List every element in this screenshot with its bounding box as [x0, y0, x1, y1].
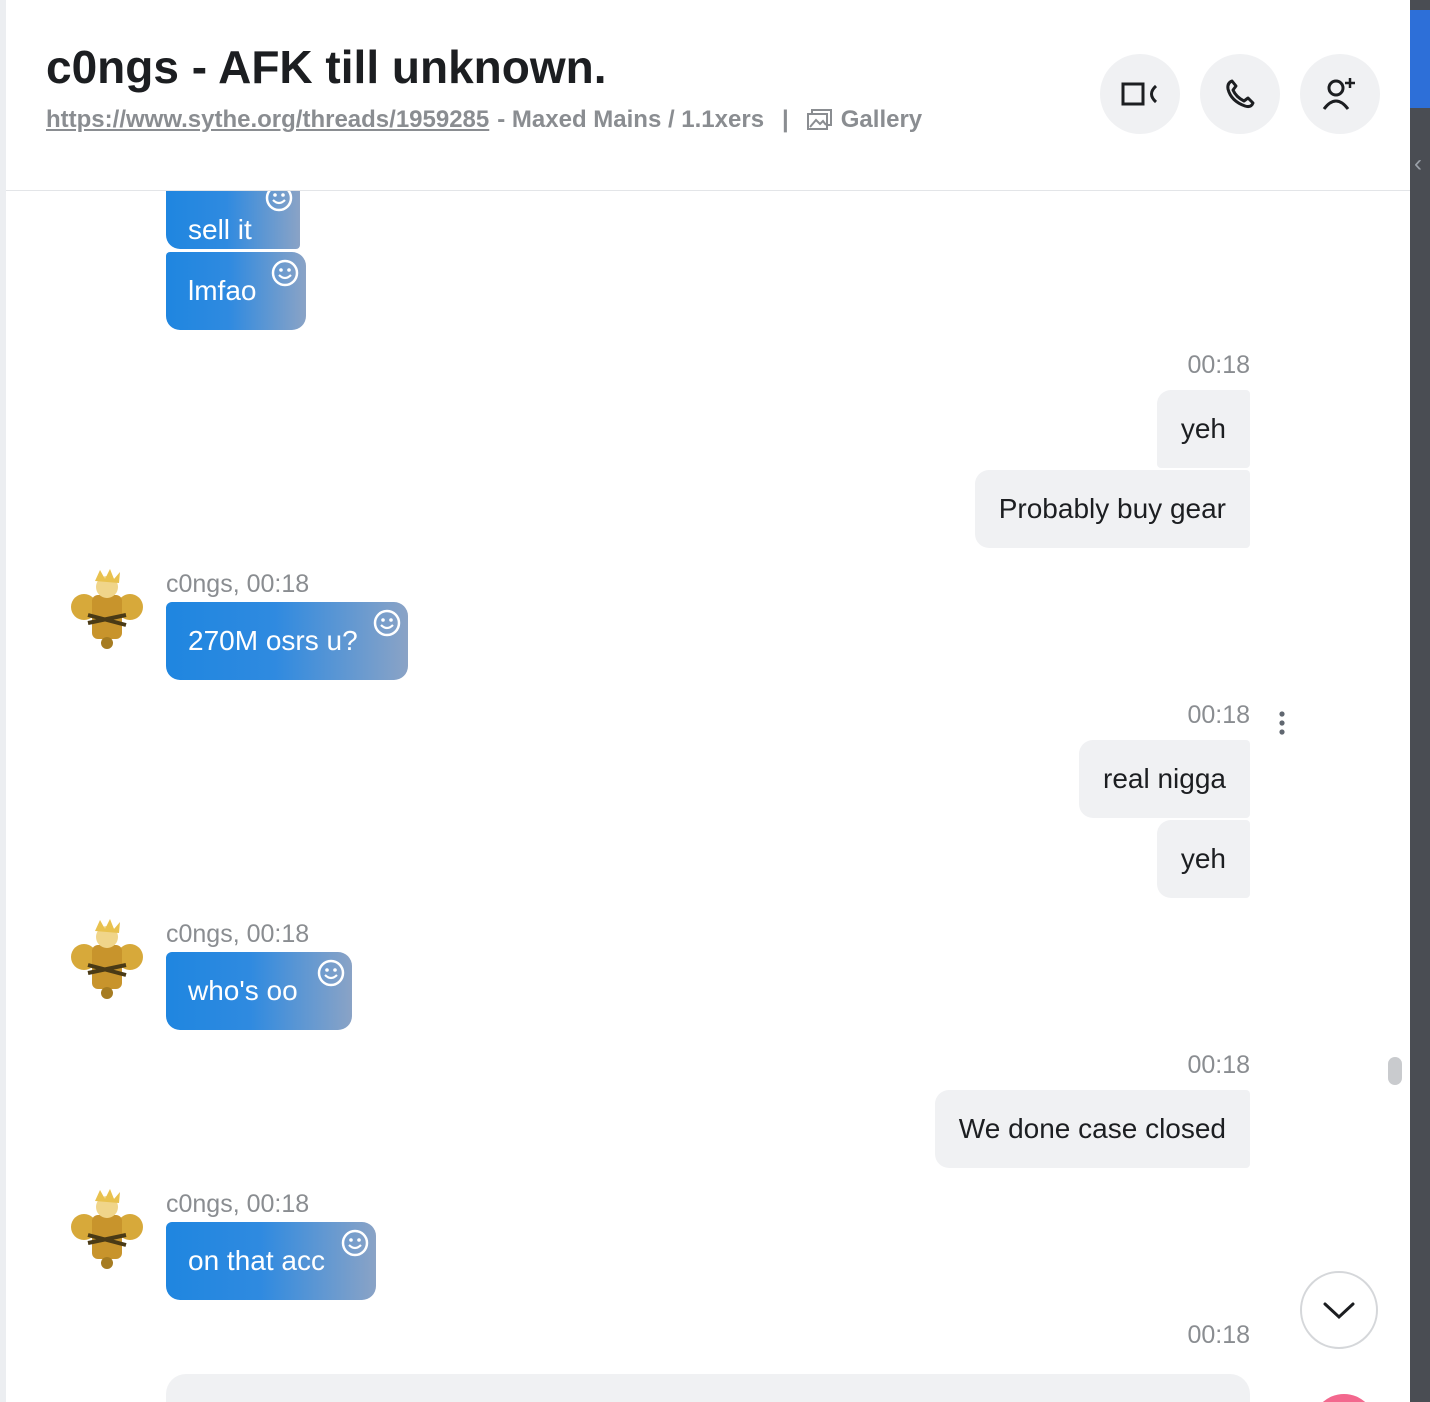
message-bubble-outgoing-partial[interactable] — [166, 1374, 1250, 1402]
message-bubble-incoming[interactable]: who's oo — [166, 952, 352, 1030]
message-bubble-outgoing[interactable]: real nigga — [1079, 740, 1250, 818]
message-bubble-outgoing[interactable]: Probably buy gear — [974, 470, 1250, 548]
sender-avatar[interactable] — [64, 567, 150, 653]
message-text: 270M osrs u? — [188, 625, 358, 656]
message-text: yeh — [1180, 843, 1226, 874]
message-text: on that acc — [188, 1245, 325, 1276]
emoji-reaction-icon[interactable] — [340, 1228, 370, 1258]
message-text: real nigga — [1103, 763, 1226, 794]
thread-description: - Maxed Mains / 1.1xers — [497, 106, 765, 133]
message-bubble-incoming[interactable]: sell it — [166, 191, 300, 249]
background-chevron-icon: ‹ — [1414, 150, 1422, 177]
sender-avatar[interactable] — [64, 1187, 150, 1273]
message-text: Probably buy gear — [998, 493, 1226, 524]
thread-link[interactable]: https://www.sythe.org/threads/1959285 — [46, 106, 489, 134]
background-window-accent — [1410, 10, 1430, 108]
message-text: sell it — [188, 214, 252, 245]
emoji-reaction-icon[interactable] — [372, 608, 402, 638]
message-timestamp: 00:18 — [1187, 1051, 1250, 1079]
emoji-reaction-icon[interactable] — [270, 258, 300, 288]
add-participant-button[interactable] — [1300, 54, 1380, 134]
more-options-icon[interactable] — [1274, 709, 1290, 739]
message-text: lmfao — [188, 275, 257, 306]
sender-meta: c0ngs, 00:18 — [166, 570, 310, 598]
message-text: We done case closed — [958, 1113, 1226, 1144]
conversation-subtitle: https://www.sythe.org/threads/1959285 - … — [46, 106, 922, 134]
scroll-to-bottom-button[interactable] — [1300, 1271, 1378, 1349]
video-camera-icon — [1121, 82, 1158, 106]
gallery-icon — [806, 109, 832, 130]
gallery-label: Gallery — [840, 106, 923, 133]
emoji-reaction-icon[interactable] — [316, 958, 346, 988]
message-bubble-outgoing[interactable]: yeh — [1156, 390, 1250, 468]
sender-avatar[interactable] — [64, 917, 150, 1003]
subtitle-separator: | — [782, 106, 789, 133]
message-bubble-incoming[interactable]: on that acc — [166, 1222, 376, 1300]
message-bubble-incoming[interactable]: lmfao — [166, 252, 306, 330]
conversation-header: c0ngs - AFK till unknown. https://www.sy… — [6, 0, 1410, 191]
phone-icon — [1226, 79, 1255, 109]
message-list[interactable]: sell it lmfao 00:18 yeh Probably buy gea… — [6, 191, 1410, 1402]
sender-meta: c0ngs, 00:18 — [166, 920, 310, 948]
message-bubble-outgoing[interactable]: We done case closed — [934, 1090, 1250, 1168]
emoji-reaction-icon[interactable] — [264, 191, 294, 213]
voice-call-button[interactable] — [1200, 54, 1280, 134]
message-timestamp: 00:18 — [1187, 1321, 1250, 1349]
gallery-link[interactable]: Gallery — [806, 106, 923, 134]
message-list-scrollbar[interactable] — [1388, 1057, 1402, 1085]
chevron-down-icon — [1323, 1302, 1355, 1320]
message-text: yeh — [1180, 413, 1226, 444]
background-window-edge: ‹ — [1410, 0, 1430, 1402]
add-person-icon — [1322, 78, 1355, 110]
message-bubble-incoming[interactable]: 270M osrs u? — [166, 602, 408, 680]
message-text: who's oo — [188, 975, 298, 1006]
message-bubble-outgoing[interactable]: yeh — [1156, 820, 1250, 898]
sender-meta: c0ngs, 00:18 — [166, 1190, 310, 1218]
message-timestamp: 00:18 — [1187, 701, 1250, 729]
send-button-partial[interactable] — [1312, 1394, 1376, 1402]
message-timestamp: 00:18 — [1187, 351, 1250, 379]
conversation-title: c0ngs - AFK till unknown. — [46, 41, 607, 93]
video-call-button[interactable] — [1100, 54, 1180, 134]
